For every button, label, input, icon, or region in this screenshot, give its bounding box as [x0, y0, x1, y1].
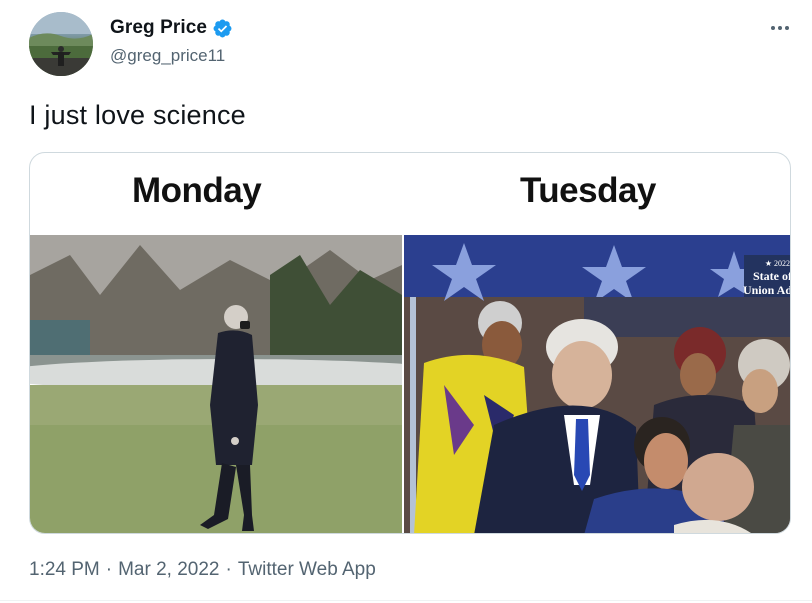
- meta-separator: ·: [105, 559, 113, 580]
- media-photo-tuesday[interactable]: ★ 2022 State of Union Ad: [404, 235, 791, 533]
- media-label-tuesday: Tuesday: [520, 171, 656, 210]
- caption-line-3: Union Ad: [743, 283, 791, 297]
- tweet-date[interactable]: Mar 2, 2022: [118, 559, 219, 581]
- divider: [0, 600, 812, 601]
- media-label-monday: Monday: [132, 171, 262, 210]
- author-name-row[interactable]: Greg Price: [110, 17, 233, 39]
- caption-line-2: State of: [753, 269, 791, 283]
- author-avatar[interactable]: [29, 12, 93, 76]
- tweet-meta: 1:24 PM · Mar 2, 2022 · Twitter Web App: [29, 559, 376, 581]
- tweet-text: I just love science: [29, 100, 246, 130]
- verified-badge-icon: [212, 18, 233, 39]
- meta-separator: ·: [225, 559, 232, 580]
- tweet-card: Greg Price @greg_price11 I just love sci…: [0, 0, 812, 603]
- author-handle[interactable]: @greg_price11: [110, 46, 225, 66]
- caption-line-1: ★ 2022: [765, 259, 790, 268]
- author-display-name[interactable]: Greg Price: [110, 17, 207, 39]
- avatar-image: [29, 12, 93, 76]
- media-photo-monday[interactable]: [30, 235, 402, 533]
- tweet-media[interactable]: Monday Tuesday ★ 2022 State of Union Ad: [29, 152, 791, 534]
- tweet-source[interactable]: Twitter Web App: [238, 559, 376, 581]
- tweet-time[interactable]: 1:24 PM: [29, 559, 100, 581]
- more-horizontal-icon[interactable]: [768, 18, 792, 38]
